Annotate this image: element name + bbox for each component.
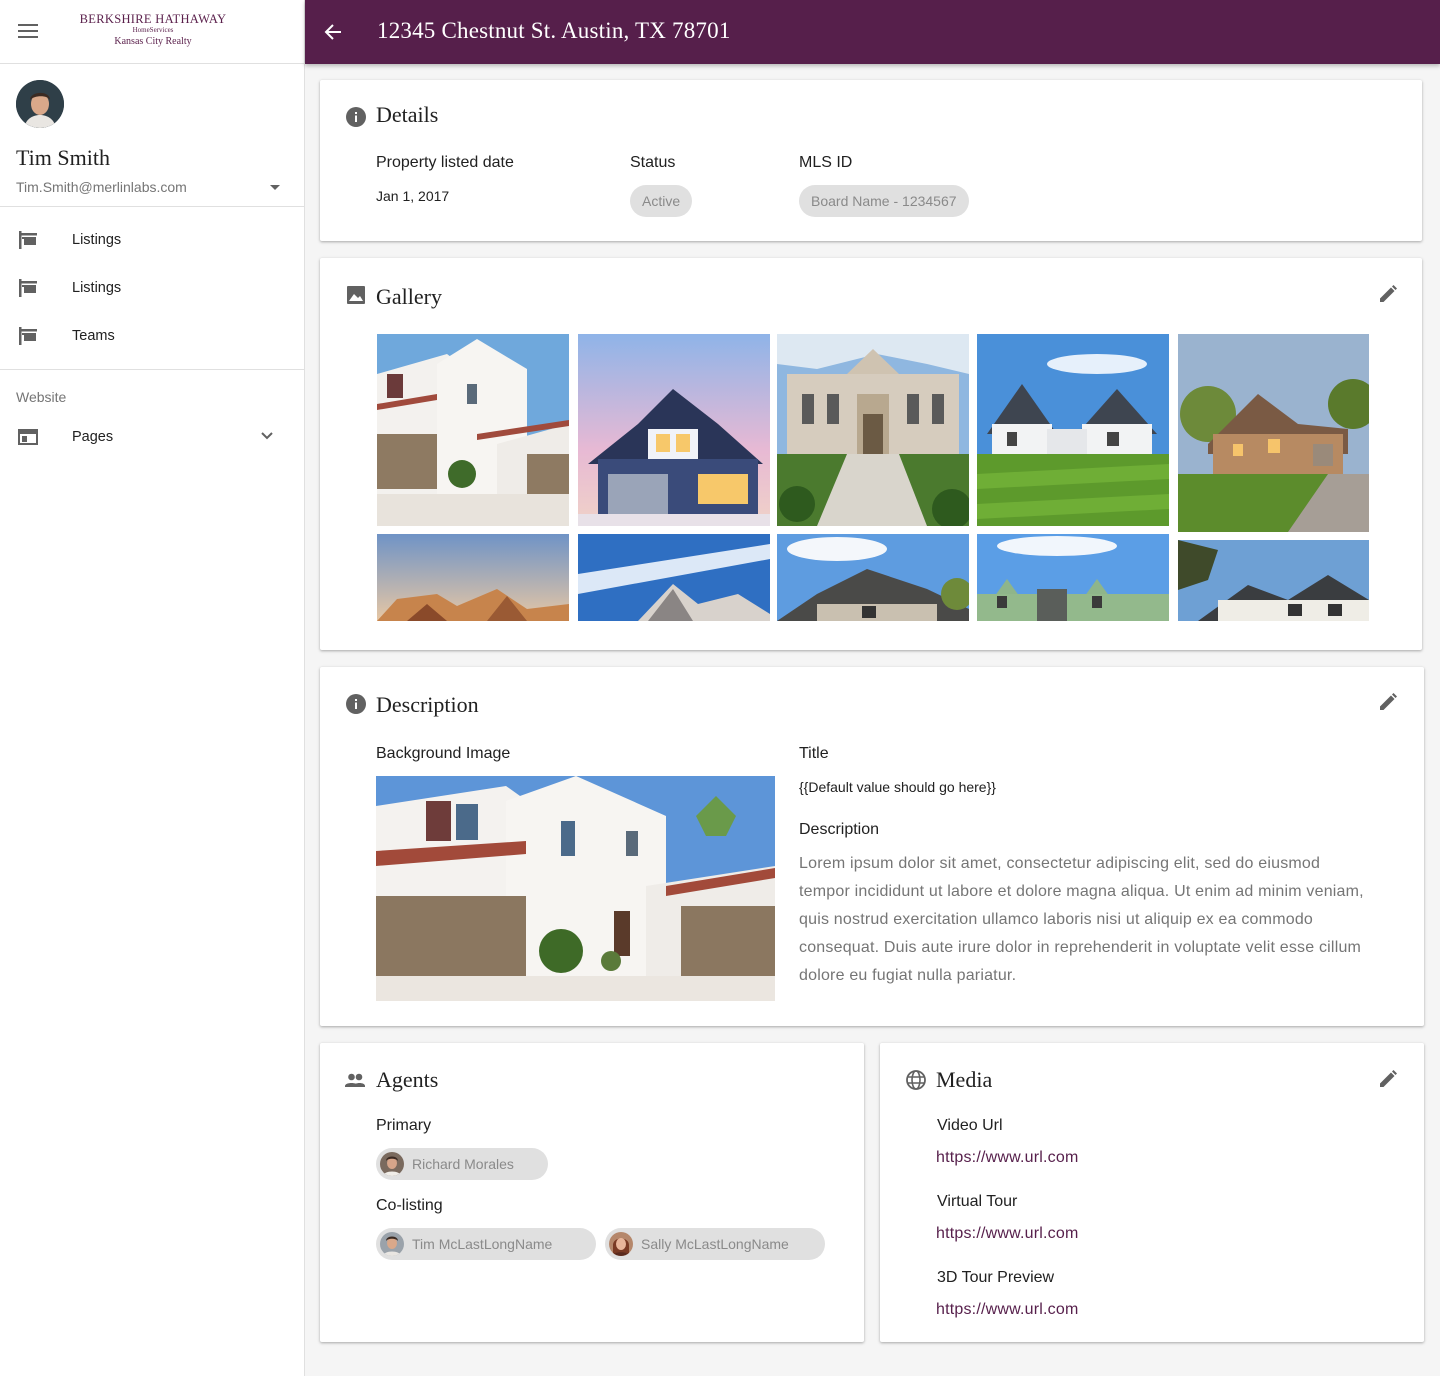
gallery-photo-5[interactable] [1178,334,1369,532]
agents-card: Agents Primary Richard Morales Co-listin… [320,1043,864,1342]
gallery-photo-1[interactable] [377,334,569,526]
agent-avatar [380,1232,404,1256]
gallery-photo-6[interactable] [377,534,569,621]
menu-icon[interactable] [18,24,38,40]
signpost-icon [19,279,37,297]
avatar [16,80,64,128]
primary-label: Primary [376,1117,432,1134]
gallery-photo-8[interactable] [777,534,969,621]
web-page-icon [18,429,38,445]
colisting-label: Co-listing [376,1197,443,1214]
sidebar-item-label: Pages [72,429,114,445]
edit-pencil-icon[interactable] [1378,284,1398,304]
tour-preview-link[interactable]: https://www.url.com [936,1301,1079,1319]
gallery-photo-9[interactable] [977,534,1169,621]
sidebar-item-pages[interactable]: Pages [0,413,304,461]
signpost-icon [19,327,37,345]
people-icon [345,1073,365,1087]
website-section-title: Website [16,389,67,405]
details-card: Details Property listed date Jan 1, 2017… [320,80,1422,241]
virtual-tour-link[interactable]: https://www.url.com [936,1225,1079,1243]
tour-preview-label: 3D Tour Preview [937,1269,1055,1286]
brand-line-3: Kansas City Realty [114,36,192,47]
title-value: {{Default value should go here}} [799,779,996,795]
media-card: Media Video Url https://www.url.com Virt… [880,1043,1424,1342]
virtual-tour-label: Virtual Tour [937,1193,1018,1210]
signpost-icon [19,231,37,249]
video-url-link[interactable]: https://www.url.com [936,1149,1079,1167]
colisting-agent-name: Tim McLastLongName [412,1236,553,1252]
sidebar: BERKSHIRE HATHAWAY HomeServices Kansas C… [0,0,305,1376]
media-title: Media [936,1067,993,1092]
description-card: Description Background Image Title {{Def… [320,667,1424,1026]
agent-avatar [609,1232,633,1256]
description-title: Description [376,692,479,717]
app-bar: 12345 Chestnut St. Austin, TX 78701 [305,0,1440,64]
brand-logo: BERKSHIRE HATHAWAY HomeServices Kansas C… [78,12,228,47]
brand-line-2: HomeServices [132,26,174,34]
edit-pencil-icon[interactable] [1378,1069,1398,1089]
primary-agent-chip[interactable]: Richard Morales [376,1148,548,1180]
gallery-title: Gallery [376,284,442,309]
listed-date-label: Property listed date [376,154,514,171]
sidebar-item-label: Listings [72,280,122,296]
chevron-down-icon[interactable] [260,429,274,443]
colisting-agent-name: Sally McLastLongName [641,1236,789,1252]
gallery-photo-4[interactable] [977,334,1169,526]
agent-avatar [380,1152,404,1176]
description-label: Description [799,821,880,838]
gallery-photo-7[interactable] [578,534,770,621]
sidebar-header: BERKSHIRE HATHAWAY HomeServices Kansas C… [0,0,304,64]
details-title: Details [376,102,439,127]
gallery-photo-2[interactable] [578,334,770,526]
gallery-photo-10[interactable] [1178,540,1369,621]
listed-date-value: Jan 1, 2017 [376,188,450,204]
sidebar-item-listings[interactable]: Listings [0,216,304,264]
sidebar-item-teams[interactable]: Teams [0,312,304,360]
status-badge: Active [630,185,693,217]
sidebar-item-listings-2[interactable]: Listings [0,264,304,312]
colisting-agent-chip-2[interactable]: Sally McLastLongName [605,1228,825,1260]
user-name: Tim Smith [16,145,110,170]
background-image[interactable] [376,776,775,1001]
user-email: Tim.Smith@merlinlabs.com [16,179,187,195]
agents-title: Agents [376,1067,439,1092]
gallery-photo-3[interactable] [777,334,969,526]
image-icon [347,286,365,304]
video-url-label: Video Url [937,1117,1003,1134]
user-profile: Tim Smith Tim.Smith@merlinlabs.com [0,64,304,207]
sidebar-item-label: Listings [72,232,122,248]
primary-agent-name: Richard Morales [412,1156,514,1172]
colisting-agent-chip-1[interactable]: Tim McLastLongName [376,1228,596,1260]
gallery-card: Gallery [320,258,1422,650]
mls-id-label: MLS ID [799,154,853,171]
back-arrow-icon[interactable] [323,22,343,42]
description-text: Lorem ipsum dolor sit amet, consectetur … [799,855,1364,984]
edit-pencil-icon[interactable] [1378,692,1398,712]
background-image-label: Background Image [376,745,511,762]
info-icon [346,107,366,127]
info-icon [346,694,366,714]
status-label: Status [630,154,676,171]
mls-id-chip: Board Name - 1234567 [799,185,969,217]
page-title: 12345 Chestnut St. Austin, TX 78701 [377,18,731,43]
title-label: Title [799,745,829,762]
globe-icon [906,1070,926,1090]
brand-line-1: BERKSHIRE HATHAWAY [79,12,227,26]
account-dropdown-icon[interactable] [270,185,280,190]
sidebar-nav: Listings Listings Teams [0,207,304,370]
sidebar-item-label: Teams [72,328,115,344]
